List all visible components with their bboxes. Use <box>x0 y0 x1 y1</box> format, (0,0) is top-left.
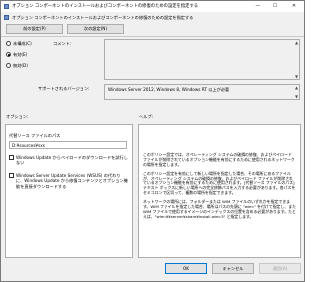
policy-icon <box>4 4 9 9</box>
not-configured-label[interactable]: 未構成(C) <box>13 41 32 46</box>
alt-source-path-input[interactable]: D:¥sources¥sxs <box>9 141 127 149</box>
options-panel: 代替ソース ファイルのパス D:¥sources¥sxs Windows Upd… <box>5 124 133 258</box>
supported-on-value: Windows Server 2012, Windows 8, Windows … <box>108 87 230 92</box>
help-paragraph: このポリシー設定を有効にして新しい場所を指定した場合、その場所にあるファイルが、… <box>143 170 296 196</box>
disabled-radio[interactable] <box>6 63 11 68</box>
divider <box>1 36 304 37</box>
policy-dialog: オプション コンポーネントのインストールおよびコンポーネントの修復のための設定を… <box>0 0 305 282</box>
apply-button[interactable]: 適用(A) <box>259 263 301 274</box>
previous-setting-button[interactable]: 前の設定(P) <box>6 24 63 34</box>
alt-source-path-label: 代替ソース ファイルのパス <box>9 133 61 138</box>
maximize-button[interactable]: ☐ <box>269 3 281 10</box>
enabled-radio[interactable] <box>6 52 11 57</box>
options-heading: オプション: <box>6 114 29 119</box>
next-setting-button[interactable]: 次の設定(N) <box>67 24 124 34</box>
help-panel: このポリシー設定では、オペレーティング システムの破損の修復、およびペイロード … <box>138 124 301 258</box>
scroll-down-icon[interactable]: ▼ <box>294 94 299 99</box>
never-windows-update-checkbox[interactable] <box>9 155 14 160</box>
disabled-label[interactable]: 無効(D) <box>13 63 28 68</box>
setting-header: オプション コンポーネントのインストールおよびコンポーネントの修復のための設定を… <box>12 15 194 20</box>
close-button[interactable]: ✕ <box>288 3 300 10</box>
title-bar: オプション コンポーネントのインストールおよびコンポーネントの修復のための設定を… <box>1 1 304 12</box>
scroll-down-icon[interactable]: ▼ <box>294 74 299 79</box>
comment-textarea[interactable]: ▲ ▼ <box>104 39 300 80</box>
wsus-label: Windows Server Update Services (WSUS) の代… <box>16 173 128 189</box>
setting-icon <box>4 15 9 20</box>
wsus-checkbox[interactable] <box>9 173 14 178</box>
supported-on-field: Windows Server 2012, Windows 8, Windows … <box>104 84 300 100</box>
ok-button[interactable]: OK <box>165 263 207 274</box>
help-paragraph: このポリシー設定では、オペレーティング システムの破損の修復、およびペイロード … <box>143 152 295 167</box>
cancel-button[interactable]: キャンセル <box>212 263 254 274</box>
enabled-label[interactable]: 有効(E) <box>13 52 27 57</box>
scroll-up-icon[interactable]: ▲ <box>294 40 299 45</box>
not-configured-radio[interactable] <box>6 41 11 46</box>
comment-label: コメント: <box>53 41 72 46</box>
help-heading: ヘルプ: <box>139 114 153 119</box>
never-windows-update-label: Windows Update からペイロードのダウンロードを試行しない <box>16 155 128 166</box>
minimize-button[interactable]: — <box>252 3 264 10</box>
help-paragraph: ネットワークの場所には、フォルダーまたは WIM ファイルのいずれかを指定できま… <box>143 199 297 219</box>
scroll-up-icon[interactable]: ▲ <box>294 85 299 90</box>
window-title: オプション コンポーネントのインストールおよびコンポーネントの修復のための設定を… <box>12 4 199 9</box>
supported-on-label: サポートされるバージョン: <box>38 86 90 91</box>
